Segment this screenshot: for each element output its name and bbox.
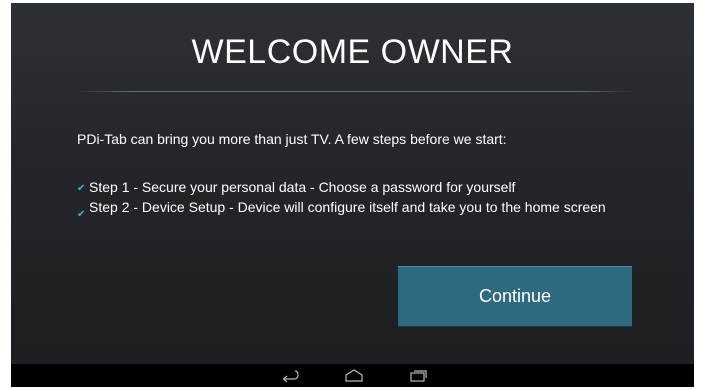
checkmark-icon: ✔ xyxy=(77,183,86,194)
step-label: Step 1 - Secure your personal data - Cho… xyxy=(89,179,516,195)
page-title: WELCOME OWNER xyxy=(191,33,514,71)
back-icon[interactable] xyxy=(279,368,301,383)
title-divider xyxy=(77,91,633,92)
intro-text: PDi-Tab can bring you more than just TV.… xyxy=(77,131,507,147)
system-navigation-bar xyxy=(11,364,694,387)
continue-button[interactable]: Continue xyxy=(398,266,632,326)
recent-apps-icon[interactable] xyxy=(407,368,429,383)
step-item-2: ✔ Step 2 - Device Setup - Device will co… xyxy=(77,199,637,220)
checkmark-icon: ✔ xyxy=(77,209,86,220)
step-label: Step 2 - Device Setup - Device will conf… xyxy=(89,199,606,215)
step-item-1: ✔ Step 1 - Secure your personal data - Ch… xyxy=(77,179,515,197)
welcome-screen: WELCOME OWNER PDi-Tab can bring you more… xyxy=(11,3,694,387)
home-icon[interactable] xyxy=(343,368,365,383)
